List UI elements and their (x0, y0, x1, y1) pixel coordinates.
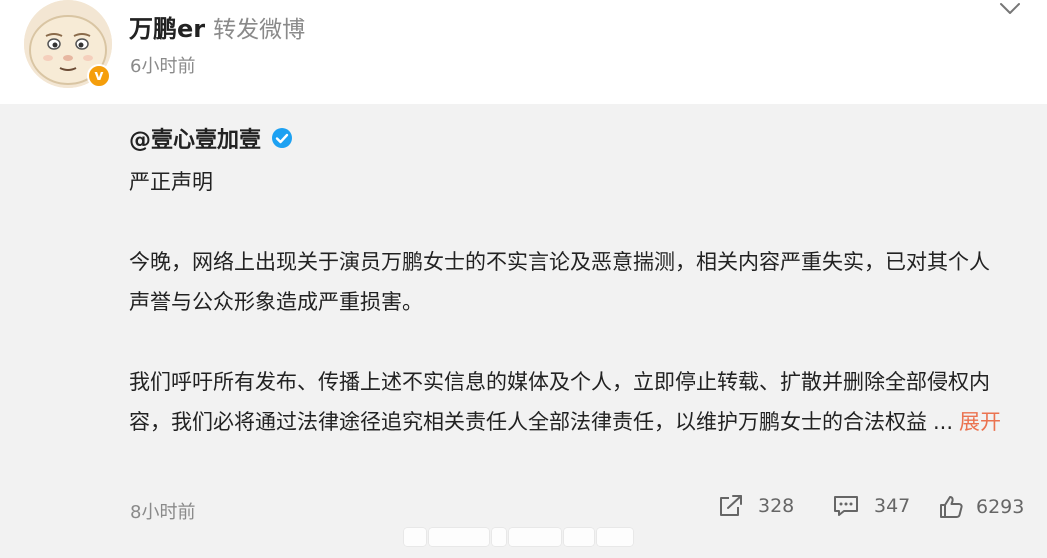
statement-paragraph-1: 今晚，网络上出现关于演员万鹏女士的不实言论及恶意揣测，相关内容严重失实，已对其个… (129, 250, 990, 314)
statement-paragraph-2: 我们呼吁所有发布、传播上述不实信息的媒体及个人，立即停止转载、扩散并删除全部侵权… (129, 362, 1009, 442)
reposted-content: @壹心壹加壹 严正声明 今晚，网络上出现关于演员万鹏女士的不实言论及恶意揣测，相… (0, 104, 1047, 558)
user-name[interactable]: 万鹏er (129, 15, 205, 43)
original-post-time[interactable]: 8小时前 (130, 498, 195, 524)
repost-action-label: 转发微博 (213, 17, 306, 43)
comment-count: 347 (874, 495, 911, 517)
post-header: v 万鹏er 转发微博 6小时前 (0, 0, 1047, 104)
original-author: @壹心壹加壹 (129, 122, 293, 154)
ellipsis: ... (933, 410, 954, 434)
post-time[interactable]: 6小时前 (130, 52, 195, 78)
orange-verified-badge-icon: v (87, 64, 111, 88)
statement-paragraph-2-text: 我们呼吁所有发布、传播上述不实信息的媒体及个人，立即停止转载、扩散并删除全部侵权… (129, 370, 990, 434)
like-count: 6293 (976, 496, 1025, 518)
share-button[interactable]: 328 (718, 494, 794, 518)
share-count: 328 (758, 495, 795, 517)
comment-icon (834, 496, 858, 516)
post-text: 严正声明 今晚，网络上出现关于演员万鹏女士的不实言论及恶意揣测，相关内容严重失实… (129, 162, 1009, 442)
expand-link[interactable]: 展开 (959, 410, 1001, 434)
weibo-watermark (404, 522, 644, 552)
share-icon (720, 495, 742, 516)
chevron-down-icon[interactable] (998, 0, 1022, 18)
user-name-line: 万鹏er 转发微博 (129, 9, 305, 44)
blue-verified-icon (272, 128, 293, 148)
statement-title: 严正声明 (129, 170, 213, 194)
like-button[interactable]: 6293 (938, 494, 1024, 520)
thumbs-up-icon (940, 496, 963, 518)
original-author-name[interactable]: @壹心壹加壹 (129, 122, 261, 154)
comment-button[interactable]: 347 (832, 494, 910, 518)
